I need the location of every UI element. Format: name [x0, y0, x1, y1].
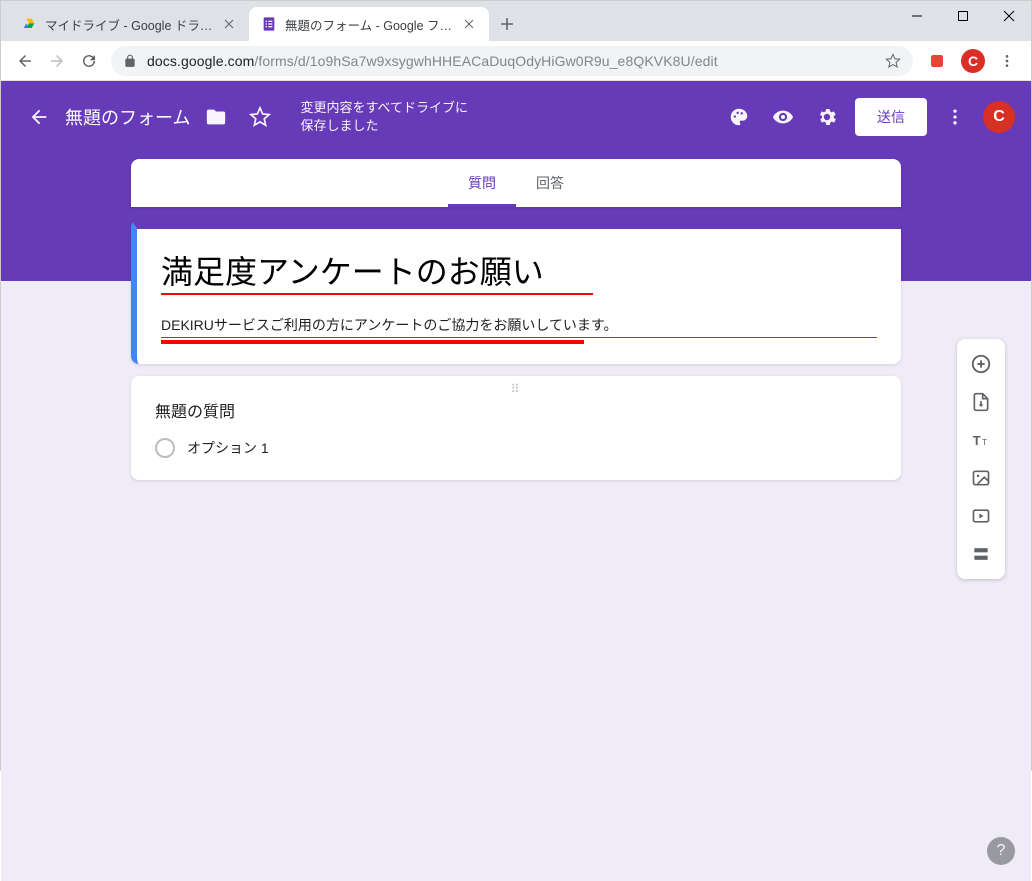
new-tab-button[interactable]	[493, 10, 521, 38]
option-label[interactable]: オプション 1	[187, 438, 269, 458]
address-bar: docs.google.com/forms/d/1o9hSa7w9xsygwhH…	[1, 41, 1031, 81]
tab-close-icon[interactable]	[221, 16, 237, 32]
tab-questions[interactable]: 質問	[448, 159, 516, 207]
form-name[interactable]: 無題のフォーム	[65, 104, 190, 130]
more-menu-button[interactable]	[933, 95, 977, 139]
extension-icon-1[interactable]	[921, 45, 953, 77]
forms-favicon	[261, 16, 277, 32]
palette-icon[interactable]	[717, 95, 761, 139]
folder-icon[interactable]	[194, 95, 238, 139]
drag-handle-icon[interactable]: ⠿	[511, 382, 522, 396]
tab-title: マイドライブ - Google ドライブ	[45, 15, 215, 34]
url-input[interactable]: docs.google.com/forms/d/1o9hSa7w9xsygwhH…	[111, 46, 913, 76]
form-title-card[interactable]	[131, 219, 901, 364]
svg-text:T: T	[982, 437, 987, 447]
add-video-button[interactable]	[961, 497, 1001, 535]
url-path: /forms/d/1o9hSa7w9xsygwhHHEACaDuqOdyHiGw…	[254, 53, 717, 69]
radio-icon	[155, 438, 175, 458]
save-status-line2: 保存しました	[300, 117, 468, 135]
reload-button[interactable]	[73, 45, 105, 77]
tab-close-icon[interactable]	[461, 16, 477, 32]
tab-title: 無題のフォーム - Google フォーム	[285, 15, 455, 34]
preview-eye-icon[interactable]	[761, 95, 805, 139]
bookmark-star-icon[interactable]	[885, 53, 901, 69]
question-card[interactable]: ⠿ 無題の質問 オプション 1	[131, 376, 901, 480]
browser-tab-drive[interactable]: マイドライブ - Google ドライブ	[9, 7, 249, 41]
forms-header: 無題のフォーム 変更内容をすべてドライブに 保存しました 送信 C	[1, 81, 1031, 153]
star-icon[interactable]	[238, 95, 282, 139]
add-image-button[interactable]	[961, 459, 1001, 497]
add-section-button[interactable]	[961, 535, 1001, 573]
import-questions-button[interactable]	[961, 383, 1001, 421]
back-button[interactable]	[9, 45, 41, 77]
url-host: docs.google.com	[147, 53, 254, 69]
option-row: オプション 1	[155, 438, 877, 458]
annotation-underline-desc	[161, 340, 584, 344]
form-title-input[interactable]	[161, 251, 877, 293]
window-close-button[interactable]	[986, 0, 1032, 32]
window-minimize-button[interactable]	[894, 0, 940, 32]
save-status-line1: 変更内容をすべてドライブに	[300, 99, 468, 117]
browser-tabs-bar: マイドライブ - Google ドライブ 無題のフォーム - Google フォ…	[1, 1, 1031, 41]
svg-text:T: T	[973, 433, 981, 448]
form-description-input[interactable]	[161, 313, 877, 338]
floating-toolbar: TT	[957, 339, 1005, 579]
account-avatar[interactable]: C	[983, 101, 1015, 133]
url-text: docs.google.com/forms/d/1o9hSa7w9xsygwhH…	[147, 53, 877, 69]
drive-favicon	[21, 16, 37, 32]
send-button[interactable]: 送信	[855, 98, 927, 136]
window-maximize-button[interactable]	[940, 0, 986, 32]
question-title[interactable]: 無題の質問	[155, 398, 877, 422]
help-button[interactable]: ?	[987, 837, 1015, 865]
browser-tab-forms[interactable]: 無題のフォーム - Google フォーム	[249, 7, 489, 41]
form-tabs: 質問 回答	[131, 159, 901, 207]
forward-button[interactable]	[41, 45, 73, 77]
add-question-button[interactable]	[961, 345, 1001, 383]
lock-icon	[123, 54, 137, 68]
content-area: 質問 回答 ⠿ 無題の質問 オプション 1 TT	[1, 281, 1031, 881]
tab-responses[interactable]: 回答	[516, 159, 584, 207]
save-status: 変更内容をすべてドライブに 保存しました	[300, 99, 468, 134]
add-title-button[interactable]: TT	[961, 421, 1001, 459]
back-arrow-button[interactable]	[17, 95, 61, 139]
settings-gear-icon[interactable]	[805, 95, 849, 139]
extension-icon-2[interactable]: C	[957, 45, 989, 77]
browser-menu-button[interactable]	[991, 45, 1023, 77]
